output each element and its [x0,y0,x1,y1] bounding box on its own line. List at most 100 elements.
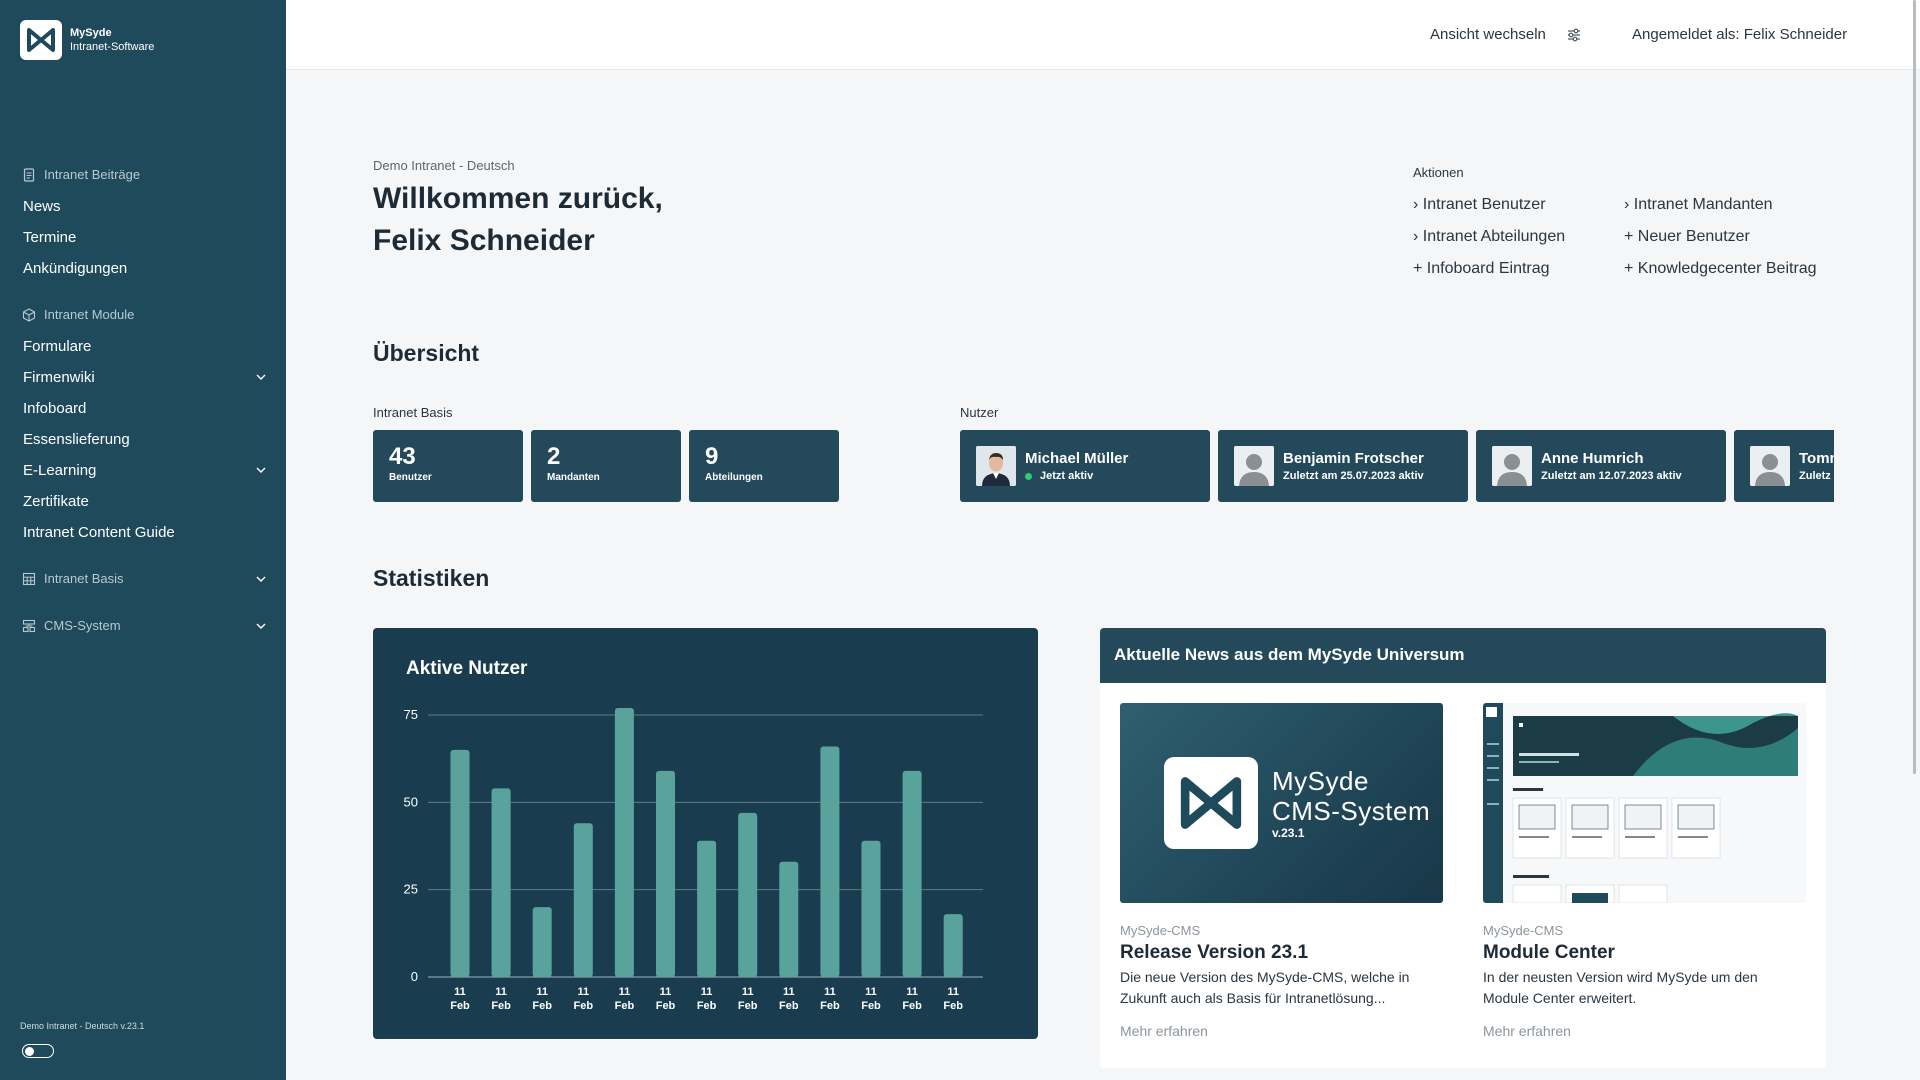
switch-view-button[interactable]: Ansicht wechseln [1430,26,1582,43]
x-tick-label: 11 [824,986,836,998]
x-tick-label: Feb [779,1000,799,1012]
x-tick-label: Feb [532,1000,552,1012]
sidebar: MySyde Intranet-Software Intranet Beiträ… [0,0,286,1080]
app-name: MySyde [70,27,112,39]
sidebar-item-ankuendigungen[interactable]: Ankündigungen [23,257,268,279]
chart-bar[interactable] [656,770,675,977]
chevron-down-icon [256,374,266,380]
x-tick-label: Feb [656,1000,676,1012]
x-tick-label: 11 [742,986,754,998]
x-tick-label: Feb [861,1000,881,1012]
nav-group-cms-system[interactable]: CMS-System [22,618,268,633]
x-tick-label: Feb [738,1000,758,1012]
sitemap-icon [22,619,36,632]
news-image[interactable] [1483,703,1806,903]
chart-bar[interactable] [614,708,634,977]
sidebar-item-e-learning[interactable]: E-Learning [23,459,268,481]
news-title[interactable]: Release Version 23.1 [1120,942,1443,964]
action-knowledgecenter-beitrag[interactable]: + Knowledgecenter Beitrag [1624,260,1817,278]
breadcrumb: Demo Intranet - Deutsch [373,158,515,173]
read-more-link[interactable]: Mehr erfahren [1483,1023,1806,1039]
news-item-release[interactable]: MySyde CMS-System v.23.1 MySyde-CMS Rele… [1120,703,1443,1039]
action-intranet-mandanten[interactable]: › Intranet Mandanten [1624,196,1773,214]
active-users-chart: 0 25 50 75 11 Feb 11 Feb 11 Feb 11 Feb 11 Feb 11 Feb 11 F… [373,628,1038,1039]
sidebar-item-zertifikate[interactable]: Zertifikate [23,490,268,512]
chevron-down-icon [256,467,266,473]
sidebar-item-infoboard[interactable]: Infoboard [23,397,268,419]
x-tick-label: Feb [943,1000,963,1012]
chart-bar[interactable] [738,812,758,977]
x-tick-label: Feb [615,1000,635,1012]
sidebar-item-termine[interactable]: Termine [23,226,268,248]
x-tick-label: Feb [902,1000,922,1012]
stat-card-mandanten[interactable]: 2 Mandanten [531,430,681,502]
actions-title: Aktionen [1413,165,1464,180]
chart-bar[interactable] [450,749,470,977]
document-icon [23,167,35,182]
sidebar-item-firmenwiki[interactable]: Firmenwiki [23,366,268,388]
action-neuer-benutzer[interactable]: + Neuer Benutzer [1624,228,1750,246]
chart-title: Aktive Nutzer [406,658,528,679]
news-category: MySyde-CMS [1120,923,1201,938]
avatar-placeholder-icon [1492,446,1532,486]
sidebar-item-essenslieferung[interactable]: Essenslieferung [23,428,268,450]
chart-bar[interactable] [532,907,552,977]
chart-bar[interactable] [779,861,799,977]
action-intranet-benutzer[interactable]: › Intranet Benutzer [1413,196,1546,214]
sidebar-item-news[interactable]: News [23,195,268,217]
chart-bar[interactable] [491,788,511,977]
intranet-basis-label: Intranet Basis [373,405,453,420]
sidebar-item-formulare[interactable]: Formulare [23,335,268,357]
news-description: Die neue Version des MySyde-CMS, welche … [1120,969,1410,1006]
x-tick-label: 11 [906,986,918,998]
chart-bar[interactable] [697,840,717,977]
nav-group-intranet-basis[interactable]: Intranet Basis [22,571,268,586]
chart-bar[interactable] [573,823,593,977]
stat-card-benutzer[interactable]: 43 Benutzer [373,430,523,502]
app-logo[interactable]: MySyde Intranet-Software [20,20,154,60]
chart-bar[interactable] [943,914,963,977]
user-card[interactable]: Benjamin Frotscher Zuletzt am 25.07.2023… [1218,430,1468,502]
news-category: MySyde-CMS [1483,923,1564,938]
users-carousel[interactable]: Michael Müller Jetzt aktiv Benjamin Frot… [960,430,1834,502]
chart-bar[interactable] [861,840,881,977]
stat-card-abteilungen[interactable]: 9 Abteilungen [689,430,839,502]
overview-title: Übersicht [373,340,480,366]
user-card[interactable]: Michael Müller Jetzt aktiv [960,430,1210,502]
theme-toggle[interactable] [22,1044,54,1058]
mysyde-logo-icon [20,20,62,60]
x-tick-label: Feb [574,1000,594,1012]
x-tick-label: 11 [701,986,713,998]
news-panel-title: Aktuelle News aus dem MySyde Universum [1100,628,1826,683]
logged-in-user[interactable]: Angemeldet als: Felix Schneider [1632,26,1847,43]
news-image[interactable]: MySyde CMS-System v.23.1 [1120,703,1443,903]
sidebar-item-intranet-content-guide[interactable]: Intranet Content Guide [23,521,268,543]
action-infoboard-eintrag[interactable]: + Infoboard Eintrag [1413,260,1550,278]
chart-bar[interactable] [820,746,840,977]
news-item-module-center[interactable]: MySyde-CMS Module Center In der neusten … [1483,703,1806,1039]
page-scrollbar[interactable] [1913,0,1916,774]
user-card[interactable]: Anne Humrich Zuletzt am 12.07.2023 aktiv [1476,430,1726,502]
chart-bar[interactable] [902,770,922,977]
grid-icon [22,572,36,585]
nav-group-intranet-module: Intranet Module [22,307,134,322]
read-more-link[interactable]: Mehr erfahren [1120,1023,1443,1039]
x-tick-label: 11 [660,986,672,998]
news-panel: Aktuelle News aus dem MySyde Universum M… [1100,628,1826,1068]
y-tick-label: 25 [404,882,418,897]
avatar-placeholder-icon [1750,446,1790,486]
statistics-title: Statistiken [373,565,490,591]
nav-group-intranet-beitraege: Intranet Beiträge [22,167,140,182]
user-card[interactable]: Tomm Zuletz [1734,430,1834,502]
avatar [976,446,1016,486]
x-tick-label: 11 [619,986,631,998]
x-tick-label: Feb [820,1000,840,1012]
app-subtitle: Intranet-Software [70,41,155,53]
x-tick-label: 11 [865,986,877,998]
news-description: In der neusten Version wird MySyde um de… [1483,969,1758,1006]
avatar-placeholder-icon [1234,446,1274,486]
action-intranet-abteilungen[interactable]: › Intranet Abteilungen [1413,228,1565,246]
y-tick-label: 0 [411,969,418,984]
x-tick-label: 11 [783,986,795,998]
news-title[interactable]: Module Center [1483,942,1806,964]
